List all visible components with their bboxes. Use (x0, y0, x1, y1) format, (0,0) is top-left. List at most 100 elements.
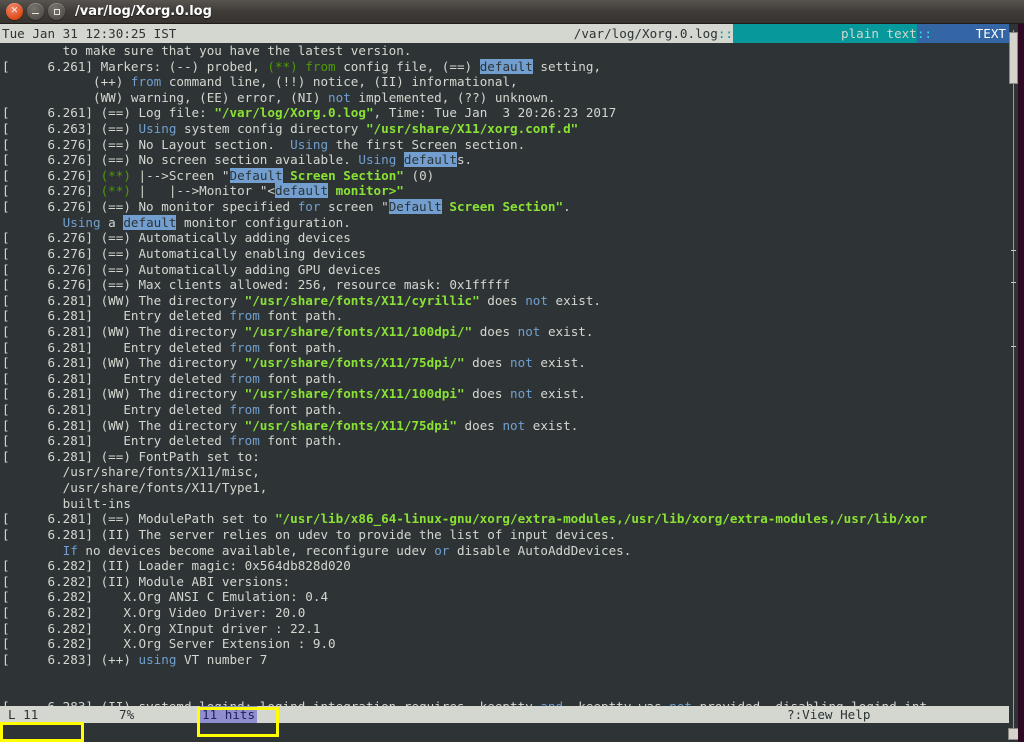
log-line: [ 6.281] (WW) The directory "/usr/share/… (2, 324, 1009, 340)
log-segment: "/usr/share/fonts/X11/cyrillic" (245, 293, 480, 308)
log-segment: from (229, 402, 259, 417)
log-segment: the first Screen section. (328, 137, 525, 152)
maximize-icon[interactable] (48, 3, 65, 20)
log-segment: [ 6.281] Entry deleted (2, 371, 229, 386)
log-segment: Screen Section" (283, 168, 404, 183)
log-segment: not (518, 324, 541, 339)
log-line: [ 6.281] (WW) The directory "/usr/share/… (2, 355, 1009, 371)
log-segment: "/usr/share/fonts/X11/100dpi" (245, 386, 465, 401)
log-segment: font path. (260, 308, 343, 323)
search-match: default (275, 183, 328, 198)
pager-filetype: TEXT (932, 24, 1009, 43)
log-segment: config file, (==) (336, 59, 480, 74)
log-segment: not (525, 293, 548, 308)
log-segment: from (229, 371, 259, 386)
log-line: [ 6.281] (II) The server relies on udev … (2, 527, 1009, 543)
log-segment: | |-->Monitor "< (131, 183, 275, 198)
pager-topbar-filler (176, 24, 573, 43)
pager-separator-1: :: (718, 24, 733, 43)
log-segment: (**) (101, 183, 131, 198)
log-line: to make sure that you have the latest ve… (2, 43, 1009, 59)
scrollbar-thumb[interactable] (1009, 32, 1018, 84)
log-segment: (0) (404, 168, 434, 183)
log-segment (396, 152, 404, 167)
minimize-icon[interactable] (27, 3, 44, 20)
log-segment: [ 6.282] X.Org Server Extension : 9.0 (2, 636, 336, 651)
log-segment: [ 6.281] (==) ModulePath set to (2, 511, 275, 526)
log-line: [ 6.276] (**) | |-->Monitor "<default mo… (2, 183, 1009, 199)
log-segment: from (229, 308, 259, 323)
log-segment: a (101, 215, 124, 230)
log-segment: from (229, 433, 259, 448)
log-segment: , Time: Tue Jan 3 20:26:23 2017 (374, 105, 617, 120)
log-line: [ 6.276] (==) No monitor specified for s… (2, 199, 1009, 215)
log-segment: (**) (267, 59, 297, 74)
log-segment: [ 6.276] (==) Automatically adding GPU d… (2, 262, 381, 277)
log-segment: [ 6.261] (==) Log file: (2, 105, 214, 120)
log-segment: or (434, 543, 449, 558)
log-segment: Screen Section" (442, 199, 563, 214)
log-segment: s. (457, 152, 472, 167)
log-line: [ 6.282] X.Org Video Driver: 20.0 (2, 605, 1009, 621)
log-segment: exist. (533, 355, 586, 370)
log-segment: [ 6.282] X.Org ANSI C Emulation: 0.4 (2, 589, 328, 604)
pager-filename: /var/log/Xorg.0.log (574, 24, 718, 43)
log-segment: screen " (320, 199, 388, 214)
pager-separator-2: :: (917, 24, 932, 43)
scrollbar-track[interactable] (1013, 30, 1014, 730)
log-segment: [ 6.281] (WW) The directory (2, 293, 245, 308)
log-segment: does (465, 386, 511, 401)
pager-status-bar: L 11 7% 11 hits ?:View Help (0, 706, 1009, 723)
log-line: [ 6.281] (WW) The directory "/usr/share/… (2, 293, 1009, 309)
log-line: [ 6.281] Entry deleted from font path. (2, 308, 1009, 324)
log-line: [ 6.281] (WW) The directory "/usr/share/… (2, 418, 1009, 434)
log-line: (++) from command line, (!!) notice, (II… (2, 74, 1009, 90)
scrollbar-tick (1011, 282, 1016, 283)
log-segment: font path. (260, 340, 343, 355)
log-segment: . (563, 199, 571, 214)
log-segment: system config directory (176, 121, 366, 136)
close-icon[interactable]: ✕ (6, 3, 23, 20)
log-line: [ 6.282] X.Org XInput driver : 22.1 (2, 621, 1009, 637)
log-segment: Using (63, 215, 101, 230)
search-match: Default (230, 168, 283, 183)
log-segment: [ 6.282] (II) Module ABI versions: (2, 574, 290, 589)
log-segment: [ 6.281] Entry deleted (2, 308, 229, 323)
log-line: [ 6.276] (==) Max clients allowed: 256, … (2, 277, 1009, 293)
log-segment: [ 6.281] (WW) The directory (2, 355, 245, 370)
scrollbar-tick (1011, 250, 1016, 251)
log-segment: [ 6.276] (==) Automatically enabling dev… (2, 246, 366, 261)
search-match: Default (389, 199, 442, 214)
log-segment: [ 6.276] (==) Automatically adding devic… (2, 230, 351, 245)
log-segment: [ 6.263] (==) (2, 121, 138, 136)
log-segment: "/usr/share/fonts/X11/75dpi" (245, 418, 457, 433)
log-segment: not (510, 355, 533, 370)
log-segment: "/usr/lib/x86_64-linux-gnu/xorg/extra-mo… (275, 511, 927, 526)
log-segment: |-->Screen " (131, 168, 230, 183)
log-segment: to make sure that you have the latest ve… (2, 43, 411, 58)
log-line: [ 6.261] Markers: (--) probed, (**) from… (2, 59, 1009, 75)
log-segment: from (298, 59, 336, 74)
pager-top-bar: Tue Jan 31 12:30:25 IST /var/log/Xorg.0.… (0, 24, 1009, 43)
terminal-scrollbar[interactable] (1009, 24, 1018, 742)
terminal-content[interactable]: Tue Jan 31 12:30:25 IST /var/log/Xorg.0.… (0, 24, 1009, 742)
log-segment: [ 6.282] X.Org XInput driver : 22.1 (2, 621, 320, 636)
log-segment: monitor configuration. (176, 215, 350, 230)
log-line: Using a default monitor configuration. (2, 215, 1009, 231)
log-line: [ 6.281] (==) ModulePath set to "/usr/li… (2, 511, 1009, 527)
log-line: [ 6.263] (==) Using system config direct… (2, 121, 1009, 137)
log-line: [ 6.282] X.Org Server Extension : 9.0 (2, 636, 1009, 652)
log-line: [ 6.276] (==) No screen section availabl… (2, 152, 1009, 168)
window-titlebar: ✕ /var/log/Xorg.0.log (0, 0, 1024, 24)
log-line: (WW) warning, (EE) error, (NI) not imple… (2, 90, 1009, 106)
window-controls: ✕ (0, 3, 65, 20)
log-segment: Using (358, 152, 396, 167)
log-segment: not (328, 90, 351, 105)
log-segment: [ 6.276] (==) No screen section availabl… (2, 152, 358, 167)
log-segment: for (298, 199, 321, 214)
pager-command-line[interactable]: /Default (0, 723, 1009, 742)
log-line: If no devices become available, reconfig… (2, 543, 1009, 559)
window-right-edge (1018, 24, 1024, 742)
log-segment: from (123, 74, 161, 89)
log-segment: disable AutoAddDevices. (449, 543, 631, 558)
